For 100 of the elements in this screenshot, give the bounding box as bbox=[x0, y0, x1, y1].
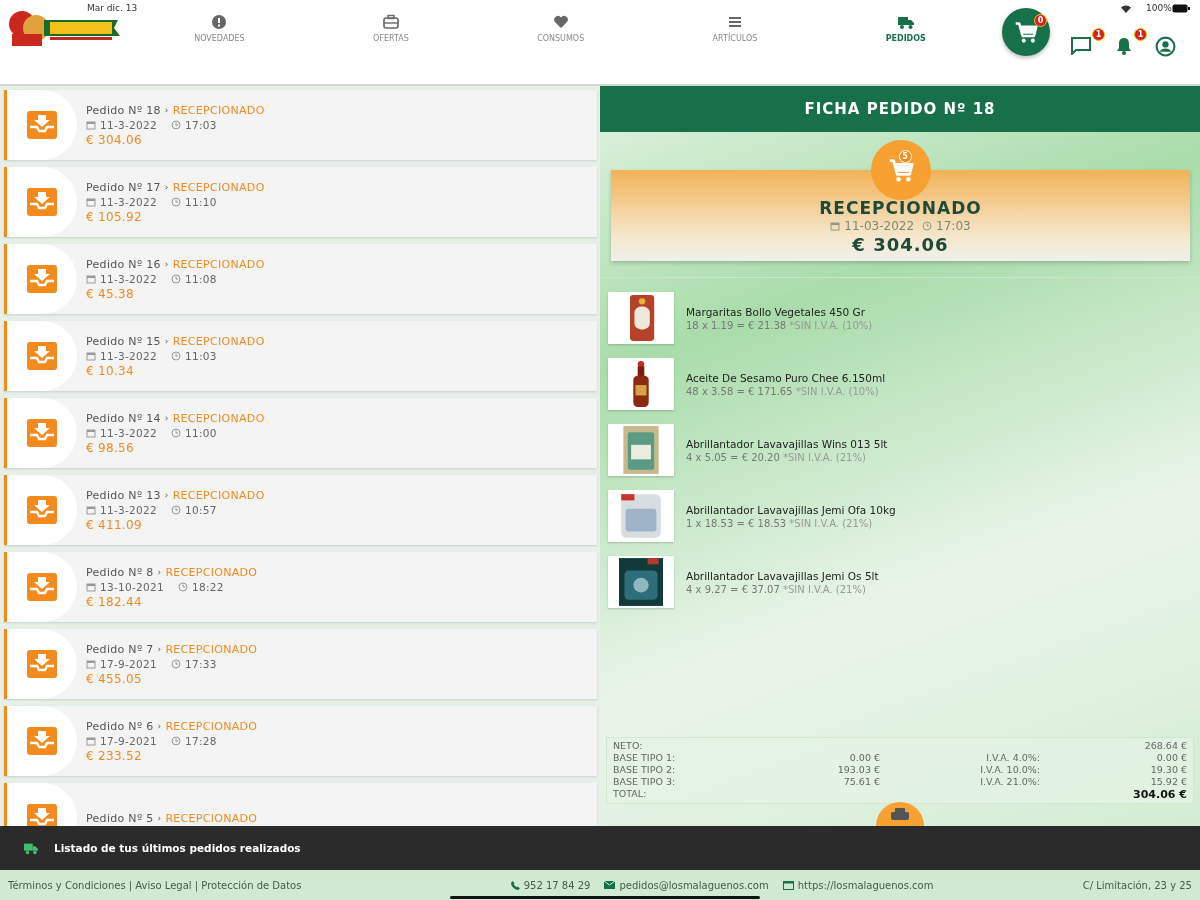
product-line: 1 x 18.53 = € 18.53 *SIN I.V.A. (21%) bbox=[686, 517, 874, 529]
phone-icon bbox=[510, 880, 520, 890]
order-date: 11-3-2022 bbox=[100, 195, 158, 208]
product-name: Abrillantador Lavavajillas Jemi Os 5lt bbox=[686, 569, 879, 582]
download-tray-icon bbox=[27, 342, 57, 370]
calendar-icon bbox=[86, 273, 96, 284]
calendar-icon bbox=[86, 735, 96, 746]
totals-vat-label: I.V.A. 4.0%: bbox=[985, 752, 1040, 763]
nav-tab[interactable]: CONSUMOS bbox=[531, 12, 591, 45]
totals-value: 0.00 € bbox=[1155, 752, 1187, 763]
order-status: RECEPCIONADO bbox=[165, 811, 258, 825]
order-number: Pedido Nº 16 bbox=[86, 257, 161, 271]
download-tray-icon bbox=[27, 573, 57, 601]
product-name: Aceite De Sesamo Puro Chee 6.150ml bbox=[686, 371, 886, 384]
order-number: Pedido Nº 14 bbox=[86, 411, 161, 425]
order-status: RECEPCIONADO bbox=[165, 642, 258, 656]
order-status: RECEPCIONADO bbox=[165, 565, 258, 579]
product-name: Abrillantador Lavavajillas Jemi Ofa 10kg bbox=[686, 503, 896, 516]
totals-base: 0.00 € bbox=[848, 752, 880, 763]
order-date: 11-3-2022 bbox=[100, 503, 158, 516]
totals-label: TOTAL: bbox=[613, 788, 648, 801]
printer-icon bbox=[890, 808, 910, 820]
order-total: € 304.06 bbox=[86, 132, 143, 147]
order-date: 13-10-2021 bbox=[100, 580, 165, 593]
product-line: 4 x 5.05 = € 20.20 *SIN I.V.A. (21%) bbox=[686, 451, 867, 463]
totals-base: 193.03 € bbox=[836, 764, 880, 775]
order-status: RECEPCIONADO bbox=[172, 488, 265, 502]
clock-icon bbox=[171, 119, 182, 130]
battery-level: 100% bbox=[1146, 3, 1172, 13]
legal-links[interactable]: Términos y Condiciones | Aviso Legal | Protección de Datos bbox=[8, 879, 302, 891]
order-number: Pedido Nº 7 bbox=[86, 642, 154, 656]
messages-button[interactable] bbox=[1070, 36, 1092, 58]
order-total: € 233.52 bbox=[86, 748, 143, 763]
status-date: Mar dic. 13 bbox=[87, 3, 138, 13]
order-number: Pedido Nº 17 bbox=[86, 180, 161, 194]
battery-icon bbox=[1172, 4, 1190, 13]
cart-button[interactable] bbox=[1002, 8, 1050, 56]
order-card[interactable]: Pedido Nº 14 › RECEPCIONADO 11-3-2022 11:00 € 98.56 bbox=[4, 398, 597, 468]
order-total: € 98.56 bbox=[86, 440, 135, 455]
nav-tab[interactable]: OFERTAS bbox=[367, 12, 415, 45]
snackbar-message: Listado de tus últimos pedidos realizados bbox=[54, 842, 301, 854]
totals-value: 19.30 € bbox=[1149, 764, 1187, 775]
wifi-icon bbox=[1121, 5, 1131, 13]
order-total: € 411.09 bbox=[86, 517, 143, 532]
order-total: € 304.06 bbox=[852, 234, 949, 255]
order-status: RECEPCIONADO bbox=[165, 719, 258, 733]
clock-icon bbox=[171, 427, 182, 438]
mail-icon bbox=[604, 881, 616, 889]
download-tray-icon bbox=[27, 727, 57, 755]
order-time: 11:08 bbox=[185, 272, 217, 285]
website-link[interactable]: https://losmalaguenos.com bbox=[797, 879, 934, 891]
order-date: 17-9-2021 bbox=[100, 734, 158, 747]
order-status: RECEPCIONADO bbox=[172, 257, 265, 271]
product-line: 4 x 9.27 = € 37.07 *SIN I.V.A. (21%) bbox=[686, 583, 867, 595]
order-time: 11:00 bbox=[185, 426, 217, 439]
order-card[interactable]: Pedido Nº 18 › RECEPCIONADO 11-3-2022 17:03 € 304.06 bbox=[4, 90, 597, 160]
nav-tab[interactable]: PEDIDOS bbox=[879, 12, 932, 45]
heart-icon bbox=[552, 14, 569, 30]
detail-title: FICHA PEDIDO Nº 18 bbox=[600, 86, 1200, 132]
order-date: 17-9-2021 bbox=[100, 657, 158, 670]
email-link[interactable]: pedidos@losmalaguenos.com bbox=[619, 879, 769, 891]
nav-tab[interactable]: NOVEDADES bbox=[188, 12, 251, 45]
nav-tab[interactable]: ARTÍCULOS bbox=[706, 12, 764, 45]
order-total: € 105.92 bbox=[86, 209, 143, 224]
briefcase-icon bbox=[382, 14, 399, 30]
cart-icon bbox=[1013, 20, 1039, 44]
order-total: € 45.38 bbox=[86, 286, 135, 301]
messages-count: 1 bbox=[1092, 28, 1105, 41]
order-card[interactable]: Pedido Nº 8 › RECEPCIONADO 13-10-2021 18:22 € 182.44 bbox=[4, 552, 597, 622]
account-button[interactable] bbox=[1154, 36, 1176, 58]
address-text: C/ Limitación, 23 y 25 bbox=[1082, 879, 1192, 891]
order-date: 11-3-2022 bbox=[100, 272, 158, 285]
order-time: 11:03 bbox=[185, 349, 217, 362]
order-card[interactable]: Pedido Nº 17 › RECEPCIONADO 11-3-2022 11:10 € 105.92 bbox=[4, 167, 597, 237]
calendar-icon bbox=[86, 119, 96, 130]
chevron-separator: › bbox=[164, 336, 169, 346]
order-card[interactable]: Pedido Nº 6 › RECEPCIONADO 17-9-2021 17:28 € 233.52 bbox=[4, 706, 597, 776]
totals-vat-label: I.V.A. 21.0%: bbox=[979, 776, 1040, 787]
totals-value: 268.64 € bbox=[1143, 740, 1187, 751]
list-icon bbox=[726, 14, 743, 30]
chevron-separator: › bbox=[157, 644, 162, 654]
totals-value: 15.92 € bbox=[1149, 776, 1187, 787]
order-card[interactable]: Pedido Nº 13 › RECEPCIONADO 11-3-2022 10:57 € 411.09 bbox=[4, 475, 597, 545]
browser-icon bbox=[782, 880, 794, 890]
order-card[interactable]: Pedido Nº 7 › RECEPCIONADO 17-9-2021 17:33 € 455.05 bbox=[4, 629, 597, 699]
phone-link[interactable]: 952 17 84 29 bbox=[523, 879, 591, 891]
order-card[interactable]: Pedido Nº 15 › RECEPCIONADO 11-3-2022 11:03 € 10.34 bbox=[4, 321, 597, 391]
truck-icon bbox=[22, 841, 40, 855]
order-time: 17:28 bbox=[185, 734, 217, 747]
totals-base: 75.61 € bbox=[842, 776, 880, 787]
order-total: € 10.34 bbox=[86, 363, 135, 378]
calendar-icon bbox=[86, 581, 96, 592]
chevron-separator: › bbox=[164, 182, 169, 192]
calendar-icon bbox=[86, 196, 96, 207]
totals-label: BASE TIPO 2: bbox=[613, 764, 677, 775]
download-tray-icon bbox=[27, 265, 57, 293]
order-date: 11-3-2022 bbox=[100, 118, 158, 131]
order-card[interactable]: Pedido Nº 5 › RECEPCIONADO bbox=[4, 783, 597, 826]
order-card[interactable]: Pedido Nº 16 › RECEPCIONADO 11-3-2022 11:08 € 45.38 bbox=[4, 244, 597, 314]
order-number: Pedido Nº 13 bbox=[86, 488, 161, 502]
